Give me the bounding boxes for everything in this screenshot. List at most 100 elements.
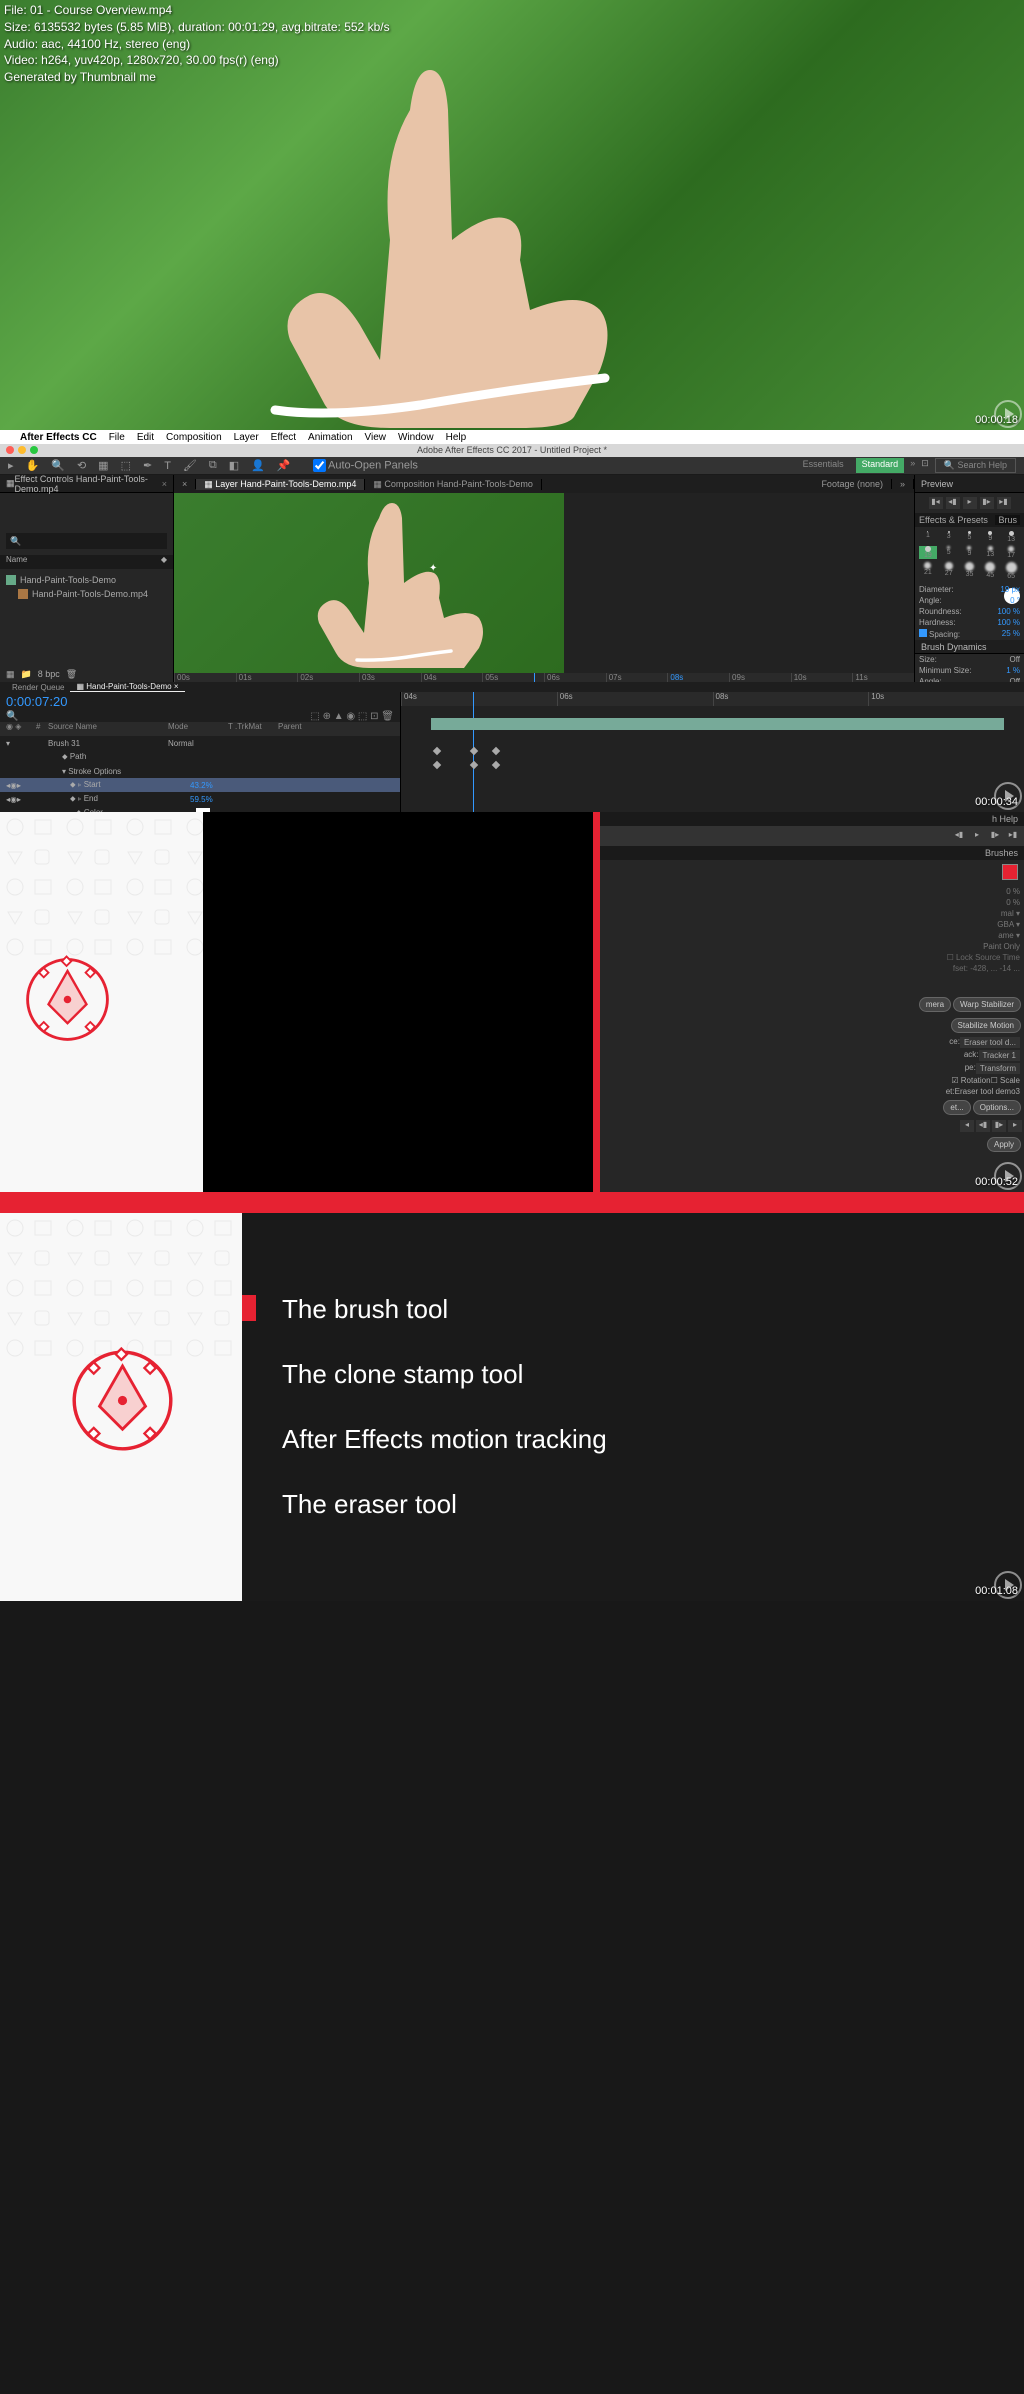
brush-preset[interactable]: 65 <box>1002 562 1020 580</box>
keyframe[interactable] <box>433 761 441 769</box>
prop-stroke-options[interactable]: ▾ Stroke Options <box>0 764 400 778</box>
clone-tool-icon[interactable]: ⧉ <box>209 459 217 472</box>
keyframe[interactable] <box>433 747 441 755</box>
keyframe[interactable] <box>492 761 500 769</box>
brush-preset[interactable]: 13 <box>981 546 999 559</box>
brush-preset[interactable]: 9 <box>981 531 999 543</box>
menu-app[interactable]: After Effects CC <box>20 432 97 443</box>
auto-open-checkbox[interactable]: Auto-Open Panels <box>313 459 418 472</box>
edit-target-btn[interactable]: et... <box>943 1100 970 1115</box>
zoom-tool-icon[interactable]: 🔍 <box>51 459 65 472</box>
ae-toolbar[interactable]: ▸ ✋ 🔍 ⟲ ▦ ⬚ ✒ T 🖌 ⧉ ◧ 👤 📌 Auto-Open Pane… <box>0 457 1024 475</box>
brush-preset[interactable]: 9 <box>961 546 979 559</box>
hand-tool-icon[interactable]: ✋ <box>26 459 40 472</box>
menu-edit[interactable]: Edit <box>137 432 154 443</box>
brush-preset[interactable]: 1 <box>919 531 937 543</box>
col-name[interactable]: Name <box>6 555 27 569</box>
prop-end[interactable]: ◂◉▸⬥ ▹ End59.5% <box>0 792 400 806</box>
render-queue-tab[interactable]: Render Queue <box>6 683 70 692</box>
analyze-back1-icon[interactable]: ◂▮ <box>976 1120 990 1132</box>
workspace-standard[interactable]: Standard <box>856 458 905 473</box>
type-dropdown[interactable]: Transform <box>976 1063 1020 1074</box>
scale-checkbox[interactable]: ☐ Scale <box>991 1076 1020 1085</box>
menu-effect[interactable]: Effect <box>271 432 296 443</box>
warp-btn[interactable]: Warp Stabilizer <box>953 997 1021 1012</box>
roundness-value[interactable]: 100 % <box>997 607 1020 616</box>
brush-tool-icon[interactable]: 🖌 <box>183 459 197 472</box>
prop-start[interactable]: ◂◉▸⬥ ▹ Start43.2% <box>0 778 400 792</box>
size-dropdown[interactable]: Off <box>1009 655 1020 664</box>
brushes-header[interactable]: Brushes <box>600 846 1024 860</box>
spacing-checkbox[interactable] <box>919 629 927 637</box>
viewer-tab-none[interactable]: × <box>174 479 196 489</box>
trash-icon[interactable]: 🗑 <box>66 669 77 680</box>
layer-brush[interactable]: ▾ Brush 31Normal <box>0 736 400 750</box>
brush-preset[interactable]: 35 <box>961 562 979 580</box>
keyframe[interactable] <box>470 761 478 769</box>
brush-preset[interactable]: 17 <box>1002 546 1020 559</box>
prev-icon[interactable]: ◂▮ <box>952 830 966 842</box>
brush-preset[interactable]: 13 <box>1002 531 1020 543</box>
help-menu[interactable]: h Help <box>600 812 1024 826</box>
keyframe[interactable] <box>470 747 478 755</box>
hardness-value[interactable]: 100 % <box>997 618 1020 627</box>
current-timecode[interactable]: 0:00:07:20 <box>0 692 400 711</box>
workspace-menu-icon[interactable]: ⊡ <box>921 458 929 473</box>
viewer-menu-icon[interactable]: » <box>892 479 914 489</box>
roto-tool-icon[interactable]: 👤 <box>251 459 265 472</box>
next-frame-icon[interactable]: ▮▸ <box>980 497 994 509</box>
play-icon[interactable]: ▸ <box>970 830 984 842</box>
puppet-tool-icon[interactable]: 📌 <box>277 459 291 472</box>
preview-tab[interactable]: Preview <box>915 475 1024 493</box>
menu-view[interactable]: View <box>365 432 387 443</box>
brush-preset[interactable]: 45 <box>981 562 999 580</box>
menu-help[interactable]: Help <box>446 432 467 443</box>
folder-icon[interactable]: 📁 <box>21 669 32 680</box>
fg-swatch-red[interactable] <box>1002 864 1018 880</box>
rotation-checkbox[interactable]: ☑ Rotation <box>951 1076 990 1085</box>
project-item-folder[interactable]: Hand-Paint-Tools-Demo <box>6 573 167 587</box>
spacing-value[interactable]: 25 % <box>1002 629 1020 639</box>
search-icon[interactable]: 🔍 <box>6 711 18 722</box>
anchor-icon[interactable]: ✦ <box>429 563 437 574</box>
analyze-back-icon[interactable]: ◂ <box>960 1120 974 1132</box>
camera-tool-icon[interactable]: ▦ <box>98 459 108 472</box>
brush-preset[interactable]: 3 <box>940 531 958 543</box>
camera-btn[interactable]: mera <box>919 997 951 1012</box>
prev-frame-icon[interactable]: ◂▮ <box>946 497 960 509</box>
bpc-toggle[interactable]: 8 bpc <box>38 669 60 680</box>
next-icon[interactable]: ▮▸ <box>988 830 1002 842</box>
mac-menubar[interactable]: After Effects CC File Edit Composition L… <box>0 430 1024 444</box>
layer-bar[interactable] <box>431 718 1004 730</box>
stabilize-btn[interactable]: Stabilize Motion <box>951 1018 1021 1033</box>
col-label-icon[interactable]: ◆ <box>161 555 167 569</box>
search-help[interactable]: 🔍 Search Help <box>935 458 1016 473</box>
effects-presets-header[interactable]: Effects & PresetsBrus <box>915 513 1024 527</box>
viewer-tab-comp[interactable]: ▦ Composition Hand-Paint-Tools-Demo <box>365 479 542 490</box>
text-tool-icon[interactable]: T <box>164 460 171 472</box>
prop-path[interactable]: ⬥ Path <box>0 750 400 764</box>
keyframe[interactable] <box>492 747 500 755</box>
selection-tool-icon[interactable]: ▸ <box>8 459 14 472</box>
first-frame-icon[interactable]: ▮◂ <box>929 497 943 509</box>
options-btn[interactable]: Options... <box>973 1100 1021 1115</box>
analyze-fwd-icon[interactable]: ▸ <box>1008 1120 1022 1132</box>
workspace-essentials[interactable]: Essentials <box>797 458 850 473</box>
comp-timeline-tab[interactable]: ▦ Hand-Paint-Tools-Demo × <box>70 682 184 692</box>
track-dropdown[interactable]: Tracker 1 <box>979 1050 1021 1061</box>
viewer-tab-layer[interactable]: ▦ Layer Hand-Paint-Tools-Demo.mp4 <box>196 479 365 490</box>
layer-viewer[interactable]: ✦ <box>174 493 914 673</box>
menu-layer[interactable]: Layer <box>234 432 259 443</box>
brush-preset[interactable]: 27 <box>940 562 958 580</box>
pan-tool-icon[interactable]: ⬚ <box>121 459 131 472</box>
analyze-fwd1-icon[interactable]: ▮▸ <box>992 1120 1006 1132</box>
play-icon[interactable]: ▸ <box>963 497 977 509</box>
viewer-footage[interactable]: Footage (none) <box>813 479 892 489</box>
minsize-value[interactable]: 1 % <box>1006 666 1020 675</box>
brush-preset[interactable]: 19 <box>919 546 937 559</box>
menu-animation[interactable]: Animation <box>308 432 352 443</box>
menu-composition[interactable]: Composition <box>166 432 222 443</box>
brush-preset[interactable]: 21 <box>919 562 937 580</box>
brush-preset[interactable]: 5 <box>940 546 958 559</box>
menu-file[interactable]: File <box>109 432 125 443</box>
